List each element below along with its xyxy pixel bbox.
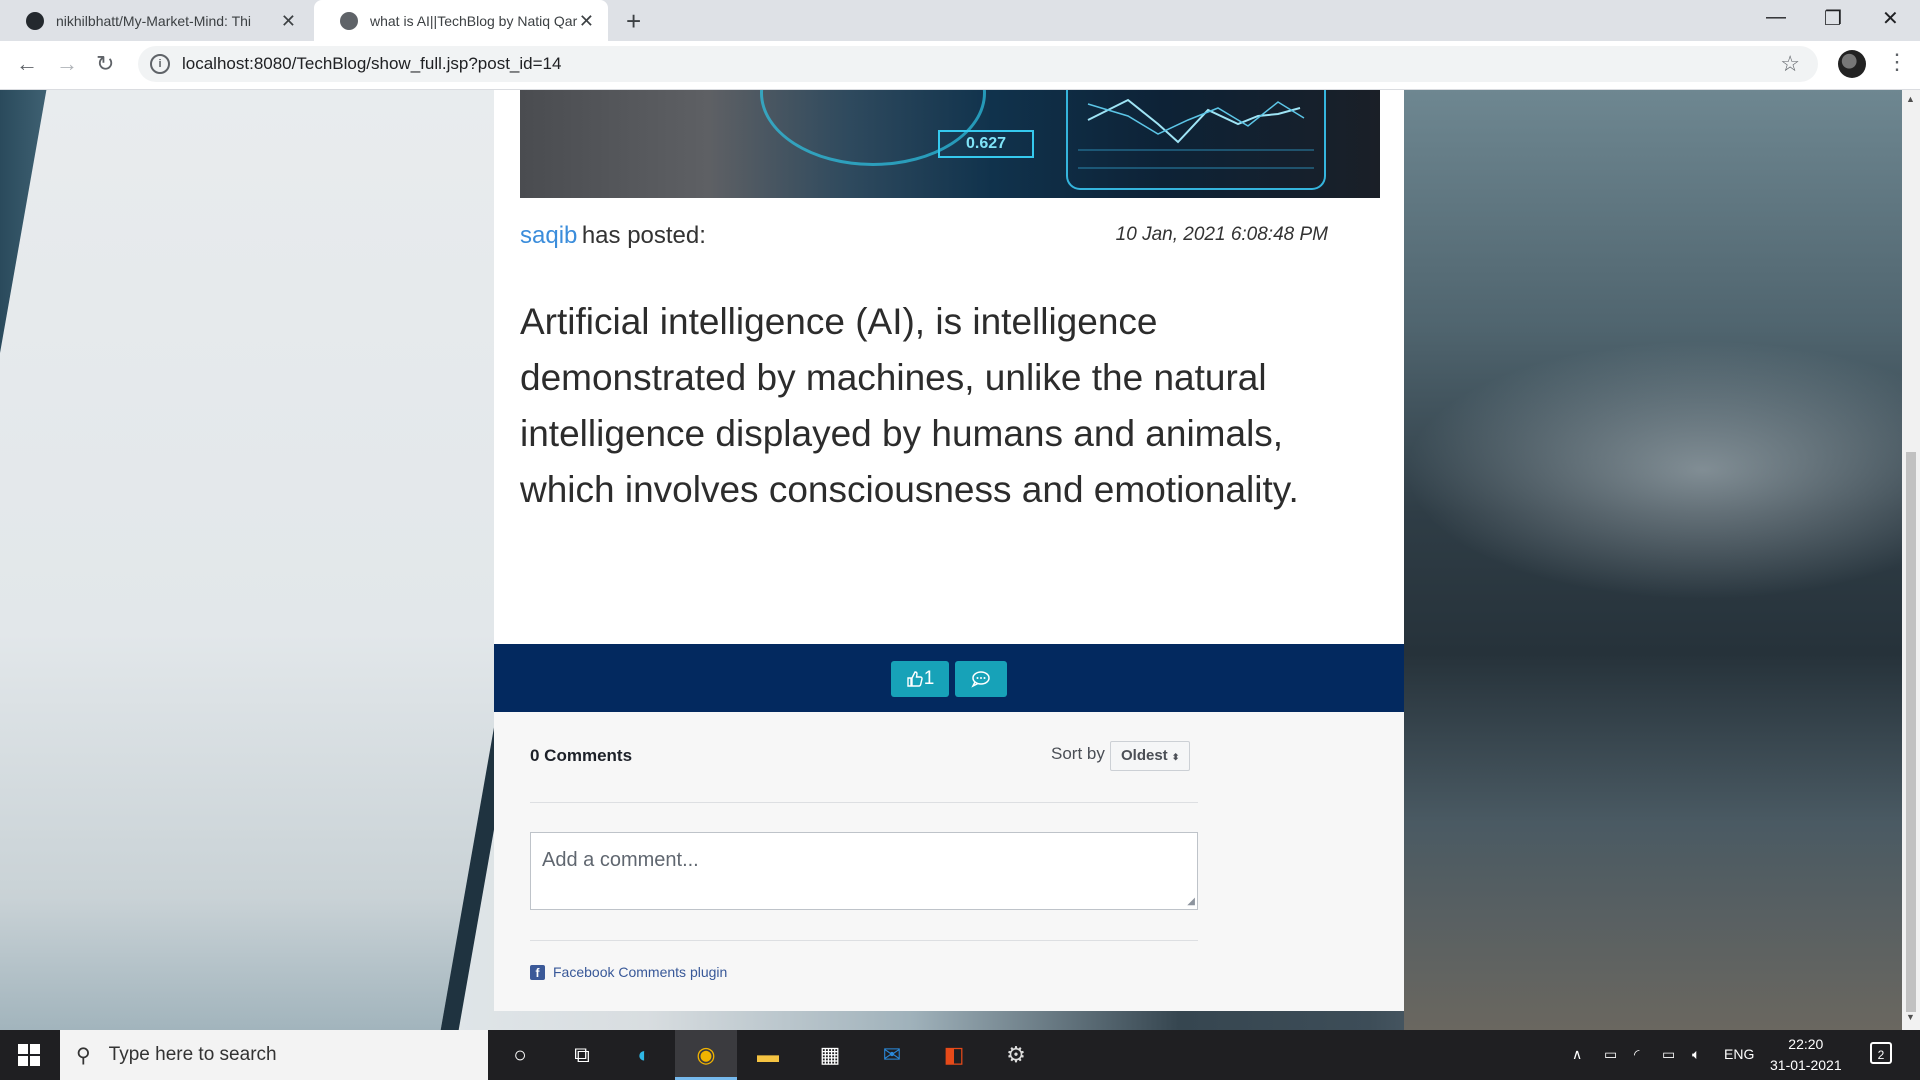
post-content: Artificial intelligence (AI), is intelli…: [520, 301, 1299, 510]
mail-icon[interactable]: ✉: [876, 1039, 908, 1071]
battery-icon[interactable]: ▭: [1662, 1046, 1675, 1063]
close-tab-icon[interactable]: ✕: [579, 11, 594, 32]
comment-input[interactable]: Add a comment... ◢: [530, 832, 1198, 910]
comment-count: 0 Comments: [530, 746, 633, 765]
sort-value: Oldest: [1121, 747, 1168, 764]
comment-button[interactable]: [955, 661, 1007, 697]
sort-select[interactable]: Oldest ⬍: [1110, 741, 1190, 771]
facebook-comments: 0 Comments Sort by Oldest ⬍ Add a commen…: [494, 712, 1404, 1011]
system-clock[interactable]: 22:20 31-01-2021: [1770, 1034, 1842, 1076]
minimize-icon[interactable]: —: [1766, 6, 1786, 29]
restore-icon[interactable]: ❐: [1824, 6, 1842, 31]
file-explorer-icon[interactable]: ▬: [752, 1039, 784, 1071]
hud-value: 0.627: [938, 130, 1034, 158]
author-link[interactable]: saqib: [520, 222, 577, 249]
thumbs-up-icon: [907, 671, 923, 687]
scroll-down-icon[interactable]: ▼: [1906, 1012, 1915, 1022]
resize-handle-icon[interactable]: ◢: [1187, 896, 1195, 907]
facebook-icon: f: [530, 964, 545, 980]
plugin-label: Facebook Comments plugin: [553, 964, 728, 980]
like-count: 1: [923, 668, 935, 689]
tab-github[interactable]: nikhilbhatt/My-Market-Mind: Thi ✕: [0, 0, 310, 41]
chrome-icon[interactable]: ◉: [690, 1039, 722, 1071]
url-text[interactable]: localhost:8080/TechBlog/show_full.jsp?po…: [182, 54, 561, 74]
edge-icon[interactable]: ◐: [628, 1039, 660, 1071]
post-date: 10 Jan, 2021 6:08:48 PM: [1115, 224, 1328, 245]
post-action-bar: 1: [494, 644, 1404, 712]
clock-time: 22:20: [1788, 1036, 1824, 1052]
device-icon[interactable]: ▭: [1604, 1046, 1617, 1063]
sort-label: Sort by: [1051, 744, 1105, 763]
notification-icon[interactable]: 2: [1870, 1042, 1892, 1064]
tab-strip: nikhilbhatt/My-Market-Mind: Thi ✕ what i…: [0, 0, 1920, 41]
search-placeholder: Type here to search: [108, 1044, 277, 1065]
posted-label: has posted:: [581, 222, 706, 249]
bookmark-star-icon[interactable]: ☆: [1780, 51, 1800, 77]
language-indicator[interactable]: ENG: [1724, 1046, 1754, 1062]
post-meta: saqib has posted: 10 Jan, 2021 6:08:48 P…: [520, 222, 1380, 252]
comment-placeholder: Add a comment...: [542, 849, 699, 871]
app-gear-icon[interactable]: ⚙: [1000, 1039, 1032, 1071]
scroll-up-icon[interactable]: ▲: [1906, 94, 1915, 104]
page-scrollbar[interactable]: ▲ ▼: [1902, 90, 1920, 1030]
browser-toolbar: ← → ↻ i localhost:8080/TechBlog/show_ful…: [0, 41, 1920, 90]
new-tab-button[interactable]: +: [626, 6, 641, 37]
hud-line-graph: [1078, 98, 1314, 169]
tab-title: what is AI||TechBlog by Natiq Qar: [370, 12, 578, 29]
tab-title: nikhilbhatt/My-Market-Mind: Thi: [56, 12, 252, 29]
address-bar[interactable]: i localhost:8080/TechBlog/show_full.jsp?…: [138, 46, 1818, 82]
profile-avatar[interactable]: [1838, 50, 1866, 78]
post-card: 0.627 saqib has posted: 10 Jan, 2021 6:0…: [494, 90, 1404, 1011]
select-arrows-icon: ⬍: [1171, 752, 1180, 762]
github-icon: [26, 11, 44, 30]
scrollbar-thumb[interactable]: [1906, 452, 1916, 1012]
taskbar-search[interactable]: ⚲ Type here to search: [60, 1030, 488, 1080]
close-tab-icon[interactable]: ✕: [281, 11, 296, 32]
microsoft-store-icon[interactable]: ▦: [814, 1039, 846, 1071]
post-image: 0.627: [520, 90, 1380, 198]
clock-date: 31-01-2021: [1770, 1057, 1842, 1073]
back-icon[interactable]: ←: [16, 51, 38, 77]
task-view-icon[interactable]: ⧉: [566, 1039, 598, 1071]
search-icon: ⚲: [76, 1044, 91, 1067]
comment-icon: [971, 671, 990, 688]
hud-graph: [1066, 90, 1326, 190]
menu-icon[interactable]: ⋮: [1886, 49, 1908, 75]
divider: [530, 802, 1198, 803]
windows-taskbar: ⚲ Type here to search ○ ⧉ ◐ ◉ ▬ ▦ ✉ ◧ ⚙ …: [0, 1030, 1920, 1080]
background-glow: [1404, 340, 1902, 600]
page-viewport: 0.627 saqib has posted: 10 Jan, 2021 6:0…: [0, 90, 1902, 1030]
facebook-plugin-link[interactable]: f Facebook Comments plugin: [530, 964, 727, 980]
show-hidden-icons-icon[interactable]: ∧: [1572, 1046, 1582, 1063]
reload-icon[interactable]: ↻: [96, 51, 114, 77]
volume-icon[interactable]: 🔈︎: [1692, 1046, 1700, 1063]
like-button[interactable]: 1: [891, 661, 949, 697]
tab-techblog[interactable]: what is AI||TechBlog by Natiq Qar ✕: [314, 0, 608, 41]
cortana-icon[interactable]: ○: [504, 1039, 536, 1071]
office-icon[interactable]: ◧: [938, 1039, 970, 1071]
globe-icon: [340, 11, 358, 30]
window-close-icon[interactable]: ✕: [1882, 6, 1899, 31]
info-icon[interactable]: i: [150, 54, 170, 74]
forward-icon[interactable]: →: [56, 51, 78, 77]
windows-start-icon[interactable]: [18, 1044, 40, 1066]
divider: [530, 940, 1198, 941]
wifi-icon[interactable]: ◜: [1634, 1046, 1639, 1063]
